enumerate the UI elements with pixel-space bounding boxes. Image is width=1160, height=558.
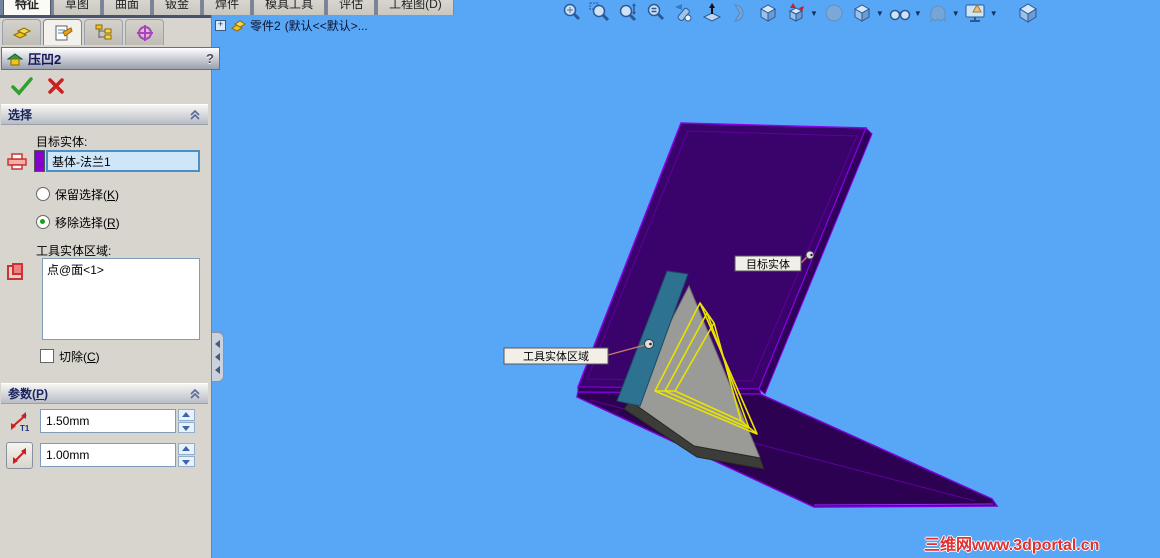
tree-part-name[interactable]: 零件2 xyxy=(250,17,281,34)
selection-group-header[interactable]: 选择 xyxy=(1,104,208,125)
ok-button[interactable] xyxy=(10,75,34,97)
zoom-to-fit-icon[interactable] xyxy=(560,2,584,24)
target-body-selection-box[interactable]: 基体-法兰1 xyxy=(46,150,200,172)
isometric-view-icon[interactable] xyxy=(756,2,780,24)
tab-sketch[interactable]: 草图 xyxy=(53,0,102,15)
tab-surfaces[interactable]: 曲面 xyxy=(103,0,152,15)
cancel-button[interactable] xyxy=(46,76,66,96)
feature-tree-root: + 零件2 (默认<<默认>... xyxy=(215,17,368,34)
spinner-down-button[interactable] xyxy=(178,455,195,467)
panel-splitter-handle[interactable] xyxy=(212,332,224,382)
collapse-chevron-icon xyxy=(190,109,200,120)
splitter-arrow-icon xyxy=(215,366,220,374)
thickness-input[interactable] xyxy=(40,409,176,433)
zoom-to-area-icon[interactable] xyxy=(588,2,612,24)
tab-dimxpert[interactable] xyxy=(125,19,164,45)
target-body-label: 目标实体: xyxy=(36,135,88,149)
svg-text:工具实体区域: 工具实体区域 xyxy=(523,349,589,363)
tool-region-label: 工具实体区域: xyxy=(36,244,112,258)
splitter-arrow-icon xyxy=(215,353,220,361)
command-manager-tabs: 特征 草图 曲面 钣金 焊件 模具工具 评估 工程图(D) xyxy=(0,0,454,15)
help-button[interactable]: ? xyxy=(206,51,214,66)
parameters-group-label: 参数(P) xyxy=(8,387,49,401)
configuration-manager-icon xyxy=(95,24,111,39)
apply-scene-icon[interactable] xyxy=(964,2,988,24)
selection-group-label: 选择 xyxy=(8,108,33,122)
tool-region-list[interactable]: 点@面<1> xyxy=(42,258,200,340)
panel-tabs xyxy=(2,19,164,45)
confirm-row xyxy=(0,71,221,101)
tab-sheet-metal[interactable]: 钣金 xyxy=(153,0,202,15)
feature-header: 压凹2 ? xyxy=(1,47,220,70)
svg-text:T1: T1 xyxy=(20,424,30,433)
target-body-icon xyxy=(7,153,27,170)
radio-icon-selected xyxy=(36,215,50,229)
svg-text:目标实体: 目标实体 xyxy=(746,257,790,271)
appearances-dropdown[interactable]: ▼ xyxy=(952,9,960,18)
dimxpert-icon xyxy=(136,24,153,41)
indent-feature-icon xyxy=(7,52,23,65)
radio-icon xyxy=(36,187,50,201)
rotate-view-icon[interactable] xyxy=(672,2,696,24)
clearance-button[interactable] xyxy=(6,442,33,469)
spinner-down-button[interactable] xyxy=(178,421,195,433)
watermark: 三维网www.3dportal.cn xyxy=(924,537,1100,554)
tree-config-text: (默认<<默认>... xyxy=(284,19,368,33)
normal-to-icon[interactable] xyxy=(700,2,724,24)
property-manager-panel: 压凹2 ? 选择 目标实体: 基体-法兰1 保留选择(K) 移除选择(R) 工具… xyxy=(0,15,220,558)
clearance-icon xyxy=(12,447,26,464)
appearances-icon[interactable] xyxy=(926,2,950,24)
tab-feature-manager-tree[interactable] xyxy=(2,19,41,45)
perspective-icon[interactable] xyxy=(822,2,846,24)
thickness-t1-icon: T1 xyxy=(11,412,30,433)
view-orientation-icon[interactable] xyxy=(784,2,808,24)
collapse-chevron-icon xyxy=(190,388,200,399)
view-orientation-dropdown[interactable]: ▼ xyxy=(810,9,818,18)
parameters-group-header[interactable]: 参数(P) xyxy=(1,383,208,404)
section-view-icon[interactable] xyxy=(728,2,752,24)
part-icon xyxy=(231,19,246,32)
hide-show-items-icon[interactable] xyxy=(888,2,912,24)
tab-evaluate[interactable]: 评估 xyxy=(327,0,376,15)
view-cube-icon[interactable] xyxy=(1016,2,1040,24)
apply-scene-dropdown[interactable]: ▼ xyxy=(990,9,998,18)
display-style-dropdown[interactable]: ▼ xyxy=(876,9,884,18)
hide-show-items-dropdown[interactable]: ▼ xyxy=(914,9,922,18)
view-toolbar: ▼ ▼ ▼ ▼ ▼ xyxy=(560,2,1040,24)
tab-features[interactable]: 特征 xyxy=(3,0,52,15)
tab-drawing[interactable]: 工程图(D) xyxy=(377,0,454,15)
thickness-spinner xyxy=(178,409,195,433)
display-style-icon[interactable] xyxy=(850,2,874,24)
checkbox-icon xyxy=(40,349,54,363)
remove-selections-radio[interactable]: 移除选择(R) xyxy=(36,214,120,231)
spinner-up-button[interactable] xyxy=(178,443,195,455)
property-manager-icon xyxy=(55,25,73,40)
tool-region-icon xyxy=(7,263,23,280)
clearance-spinner xyxy=(178,443,195,467)
cut-checkbox[interactable]: 切除(C) xyxy=(40,348,100,365)
keep-selections-radio[interactable]: 保留选择(K) xyxy=(36,186,119,203)
feature-title: 压凹2 xyxy=(28,52,62,67)
clearance-input[interactable] xyxy=(40,443,176,467)
splitter-arrow-icon xyxy=(215,340,220,348)
zoom-to-selection-icon[interactable] xyxy=(644,2,668,24)
tab-mold-tools[interactable]: 模具工具 xyxy=(253,0,326,15)
tab-configuration-manager[interactable] xyxy=(84,19,123,45)
solidworks-window: 目标实体 工具实体区域 特征 草图 曲面 钣金 焊件 模具工具 评估 工程图(D… xyxy=(0,0,1160,558)
target-body-value: 基体-法兰1 xyxy=(52,154,111,169)
tab-property-manager[interactable] xyxy=(43,19,82,45)
spinner-up-button[interactable] xyxy=(178,409,195,421)
feature-manager-icon xyxy=(12,26,31,39)
zoom-in-out-icon[interactable] xyxy=(616,2,640,24)
tab-weldments[interactable]: 焊件 xyxy=(203,0,252,15)
tool-region-item[interactable]: 点@面<1> xyxy=(43,259,199,280)
selection-point-marker xyxy=(805,250,815,260)
selection-color-swatch xyxy=(34,150,45,172)
selection-point-marker xyxy=(644,339,654,349)
panel-top-divider xyxy=(0,15,211,18)
tree-expand-button[interactable]: + xyxy=(215,20,226,31)
